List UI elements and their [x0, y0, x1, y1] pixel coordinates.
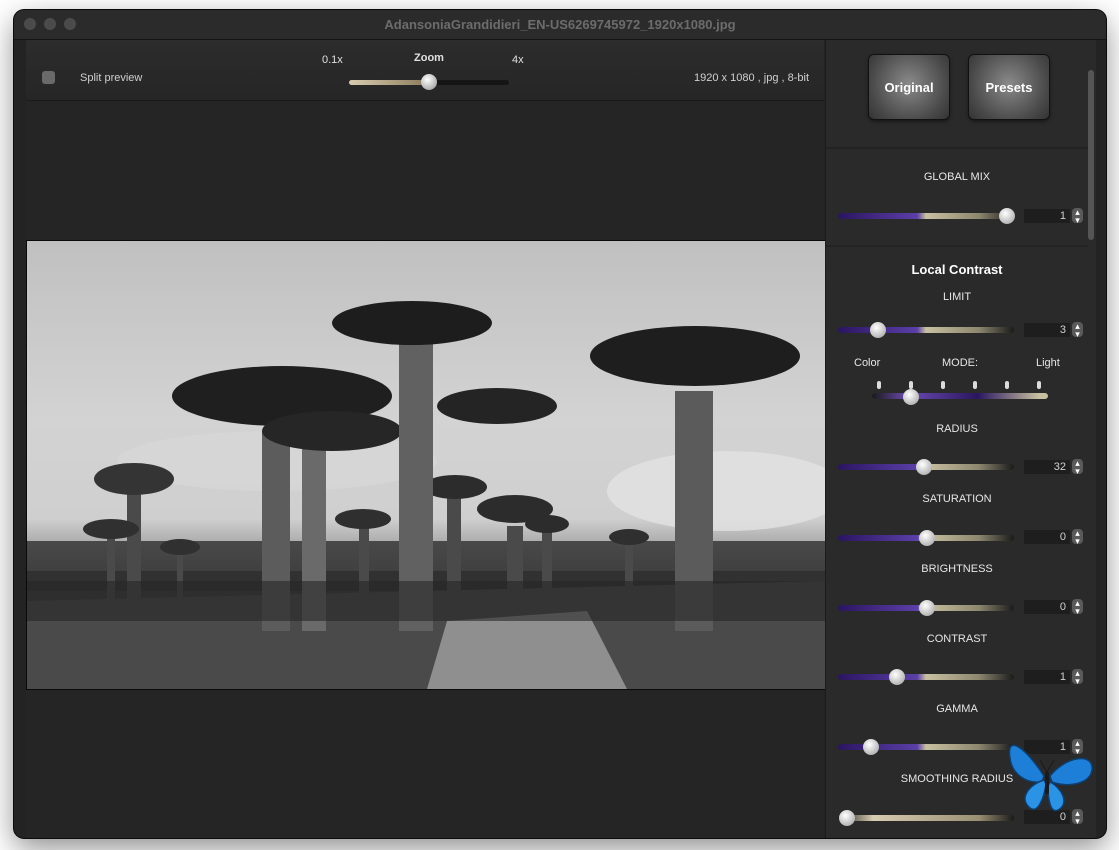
- adjustments-panel: Original Presets GLOBAL MIX 1 ▴ ▾ Local C…: [825, 40, 1096, 838]
- radius-label: RADIUS: [936, 423, 978, 435]
- radius-stepper-icon[interactable]: ▴ ▾: [1072, 459, 1083, 476]
- image-info: 1920 x 1080 , jpg , 8-bit: [694, 72, 809, 84]
- mode-tick: [1005, 381, 1009, 389]
- mode-tick: [909, 381, 913, 389]
- original-button[interactable]: Original: [869, 55, 949, 119]
- contrast-value[interactable]: 1: [1024, 670, 1070, 684]
- zoom-max-label: 4x: [512, 54, 524, 66]
- mode-slider-thumb[interactable]: [903, 389, 919, 405]
- preview-toolbar: Split preview 0.1x Zoom 4x 1920 x 1080 ,…: [26, 40, 824, 101]
- presets-button[interactable]: Presets: [969, 55, 1049, 119]
- local-contrast-title: Local Contrast: [911, 262, 1003, 277]
- zoom-label: Zoom: [414, 52, 444, 64]
- preview-canvas[interactable]: [26, 101, 826, 838]
- zoom-slider-thumb[interactable]: [421, 74, 437, 90]
- gamma-label: GAMMA: [936, 703, 978, 715]
- contrast-label: CONTRAST: [926, 633, 988, 645]
- brightness-label: BRIGHTNESS: [921, 563, 993, 575]
- split-preview-label: Split preview: [80, 72, 143, 84]
- global-mix-value[interactable]: 1: [1024, 209, 1070, 223]
- baobab-photo: [27, 301, 825, 689]
- brightness-stepper-icon[interactable]: ▴ ▾: [1072, 599, 1083, 616]
- smoothing-radius-track[interactable]: [838, 815, 1014, 821]
- global-mix-label: GLOBAL MIX: [923, 171, 991, 183]
- radius-thumb[interactable]: [916, 459, 932, 475]
- mode-tick: [1037, 381, 1041, 389]
- saturation-thumb[interactable]: [919, 530, 935, 546]
- limit-stepper-icon[interactable]: ▴ ▾: [1072, 322, 1083, 339]
- gamma-thumb[interactable]: [863, 739, 879, 755]
- mode-tick: [941, 381, 945, 389]
- mode-label: MODE:: [942, 357, 979, 369]
- global-mix-stepper-icon[interactable]: ▴ ▾: [1072, 208, 1083, 225]
- global-mix-thumb[interactable]: [999, 208, 1015, 224]
- divider: [826, 147, 1088, 149]
- panel-scrollbar[interactable]: [1088, 70, 1094, 240]
- zoom-min-label: 0.1x: [322, 54, 343, 66]
- limit-value[interactable]: 3: [1024, 323, 1070, 337]
- split-preview-checkbox[interactable]: [42, 71, 55, 84]
- contrast-track[interactable]: [838, 674, 1014, 680]
- limit-track[interactable]: [838, 327, 1014, 333]
- mode-tick: [973, 381, 977, 389]
- contrast-stepper-icon[interactable]: ▴ ▾: [1072, 669, 1083, 686]
- limit-label: LIMIT: [942, 291, 972, 303]
- saturation-stepper-icon[interactable]: ▴ ▾: [1072, 529, 1083, 546]
- brightness-thumb[interactable]: [919, 600, 935, 616]
- contrast-thumb[interactable]: [889, 669, 905, 685]
- title-bar: AdansoniaGrandidieri_EN-US6269745972_192…: [14, 10, 1106, 40]
- mode-color-label: Color: [854, 357, 881, 369]
- mode-light-label: Light: [1036, 357, 1060, 369]
- blue-butterfly-icon: [1008, 744, 1093, 812]
- divider: [826, 245, 1088, 247]
- global-mix-track[interactable]: [838, 213, 1014, 219]
- preview-image[interactable]: [26, 240, 826, 690]
- saturation-label: SATURATION: [922, 493, 992, 505]
- mode-slider-track[interactable]: [872, 393, 1048, 399]
- limit-thumb[interactable]: [870, 322, 886, 338]
- brightness-value[interactable]: 0: [1024, 600, 1070, 614]
- smoothing-radius-thumb[interactable]: [839, 810, 855, 826]
- app-window: AdansoniaGrandidieri_EN-US6269745972_192…: [14, 10, 1106, 838]
- radius-value[interactable]: 32: [1024, 460, 1070, 474]
- mode-tick: [877, 381, 881, 389]
- window-title: AdansoniaGrandidieri_EN-US6269745972_192…: [384, 17, 736, 32]
- saturation-value[interactable]: 0: [1024, 530, 1070, 544]
